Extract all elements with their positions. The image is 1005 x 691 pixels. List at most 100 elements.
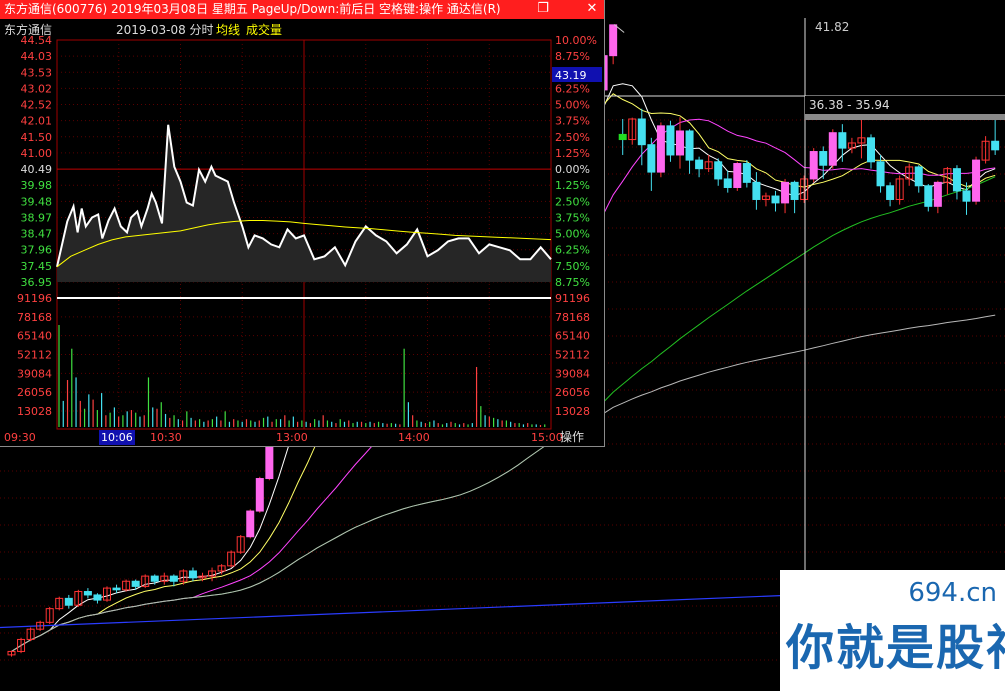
candle-up	[933, 181, 942, 207]
candle-up	[255, 478, 264, 512]
candle-down	[637, 118, 646, 146]
range-label: 36.38 - 35.94	[809, 98, 890, 112]
candle-down	[914, 166, 923, 187]
price-tick-label: 39.98	[21, 179, 53, 192]
candle-up	[246, 510, 255, 538]
candle-down	[666, 125, 675, 156]
pct-tick-label: 3.75%	[555, 211, 590, 224]
candle-down	[112, 587, 121, 591]
price-tick-label: 43.53	[21, 66, 53, 79]
legend-avg-label: 均线	[216, 23, 240, 37]
candle-down	[867, 137, 875, 163]
price-tick-label: 37.96	[21, 244, 53, 257]
close-icon[interactable]: ✕	[585, 2, 599, 16]
candle-up	[733, 163, 742, 188]
candle-down	[742, 163, 751, 183]
candle-down	[647, 144, 656, 173]
vol-tick-label: 52112	[17, 349, 52, 362]
operate-label: 操作	[560, 429, 584, 444]
time-label: 14:00	[398, 431, 430, 444]
candle-down	[962, 190, 971, 202]
vol-tick-label-right: 52112	[555, 349, 590, 362]
vol-tick-label-right: 65140	[555, 330, 590, 343]
vol-tick-label: 39084	[17, 367, 52, 380]
candle-up	[265, 442, 274, 480]
vol-tick-label-right: 91196	[555, 292, 590, 305]
pct-tick-label: 6.25%	[555, 82, 590, 95]
candle-down	[771, 195, 780, 204]
time-label: 10:06	[101, 431, 133, 444]
candle-down	[886, 185, 895, 200]
time-label: 09:30	[4, 431, 36, 444]
candle-down	[169, 575, 178, 582]
candle-up	[676, 130, 684, 156]
price-tick-label: 43.02	[21, 82, 53, 95]
intraday-popup-window[interactable]: 东方通信(600776) 2019年03月08日 星期五 PageUp/Down…	[0, 0, 605, 447]
candle-down	[83, 591, 92, 596]
candle-down	[188, 570, 197, 579]
pct-tick-label: 7.50%	[555, 260, 590, 273]
price-tick-label: 37.45	[21, 260, 53, 273]
candle-down	[150, 575, 159, 582]
vol-tick-label-right: 78168	[555, 311, 590, 324]
pct-tick-label: 1.25%	[555, 179, 590, 192]
current-price-label: 43.19	[555, 69, 587, 82]
vol-tick-label: 65140	[17, 330, 52, 343]
pct-tick-label: 8.75%	[555, 50, 590, 63]
high-price-label: 41.82	[815, 20, 849, 34]
pct-tick-label: 10.00%	[555, 34, 597, 47]
vol-tick-label: 26056	[17, 386, 52, 399]
time-label: 13:00	[276, 431, 308, 444]
pct-tick-label: 1.25%	[555, 147, 590, 160]
candle-down	[790, 181, 799, 200]
candle-up	[609, 24, 618, 57]
price-tick-label: 36.95	[21, 276, 53, 289]
candle-down	[714, 161, 723, 180]
vol-tick-label: 13028	[17, 405, 52, 418]
vol-tick-label-right: 26056	[555, 386, 590, 399]
vol-tick-label: 78168	[17, 311, 52, 324]
range-bar	[805, 114, 1005, 120]
price-tick-label: 44.03	[21, 50, 53, 63]
price-tick-label: 38.47	[21, 228, 53, 241]
candle-down	[752, 181, 761, 200]
candle-down	[695, 159, 704, 170]
popup-title-text: 东方通信(600776) 2019年03月08日 星期五 PageUp/Down…	[4, 2, 501, 16]
candle-down	[819, 151, 828, 166]
vol-tick-label-right: 13028	[555, 405, 590, 418]
candle-down	[952, 168, 961, 192]
candle-down	[93, 594, 102, 601]
pct-tick-label: 2.50%	[555, 195, 590, 208]
watermark-logo: 694.cn 你就是股神	[780, 570, 1005, 691]
vol-tick-label: 91196	[17, 292, 52, 305]
candle-down	[924, 185, 933, 207]
candle-up	[809, 151, 818, 180]
pct-tick-label: 0.00%	[555, 163, 590, 176]
pct-tick-label: 2.50%	[555, 131, 590, 144]
price-tick-label: 41.00	[21, 147, 53, 160]
price-tick-label: 42.01	[21, 115, 53, 128]
pct-tick-label: 8.75%	[555, 276, 590, 289]
candle-down	[838, 132, 847, 149]
candle-up	[972, 159, 981, 202]
intraday-chart[interactable]: 东方通信 2019-03-08 分时 均线 成交量44.54 10.00%44.03 8.…	[0, 19, 604, 446]
pct-tick-label: 6.25%	[555, 244, 590, 257]
pct-tick-label: 5.00%	[555, 228, 590, 241]
vol-tick-label-right: 39084	[555, 367, 590, 380]
pct-tick-label: 3.75%	[555, 115, 590, 128]
legend-vol-label: 成交量	[246, 22, 282, 37]
price-tick-label: 40.49	[21, 163, 53, 176]
time-label: 10:30	[150, 431, 182, 444]
candle-up	[781, 181, 790, 204]
candle-up	[828, 132, 837, 166]
pct-tick-label: 5.00%	[555, 99, 590, 112]
candle-down	[131, 580, 140, 587]
candle-down	[876, 161, 885, 187]
candle-down	[991, 140, 1000, 151]
popup-title-bar[interactable]: 东方通信(600776) 2019年03月08日 星期五 PageUp/Down…	[0, 0, 604, 19]
candle-down	[618, 133, 627, 141]
price-tick-label: 42.52	[21, 99, 53, 112]
restore-icon[interactable]: ❐	[536, 2, 550, 16]
price-tick-label: 44.54	[21, 34, 53, 47]
price-tick-label: 41.50	[21, 131, 53, 144]
